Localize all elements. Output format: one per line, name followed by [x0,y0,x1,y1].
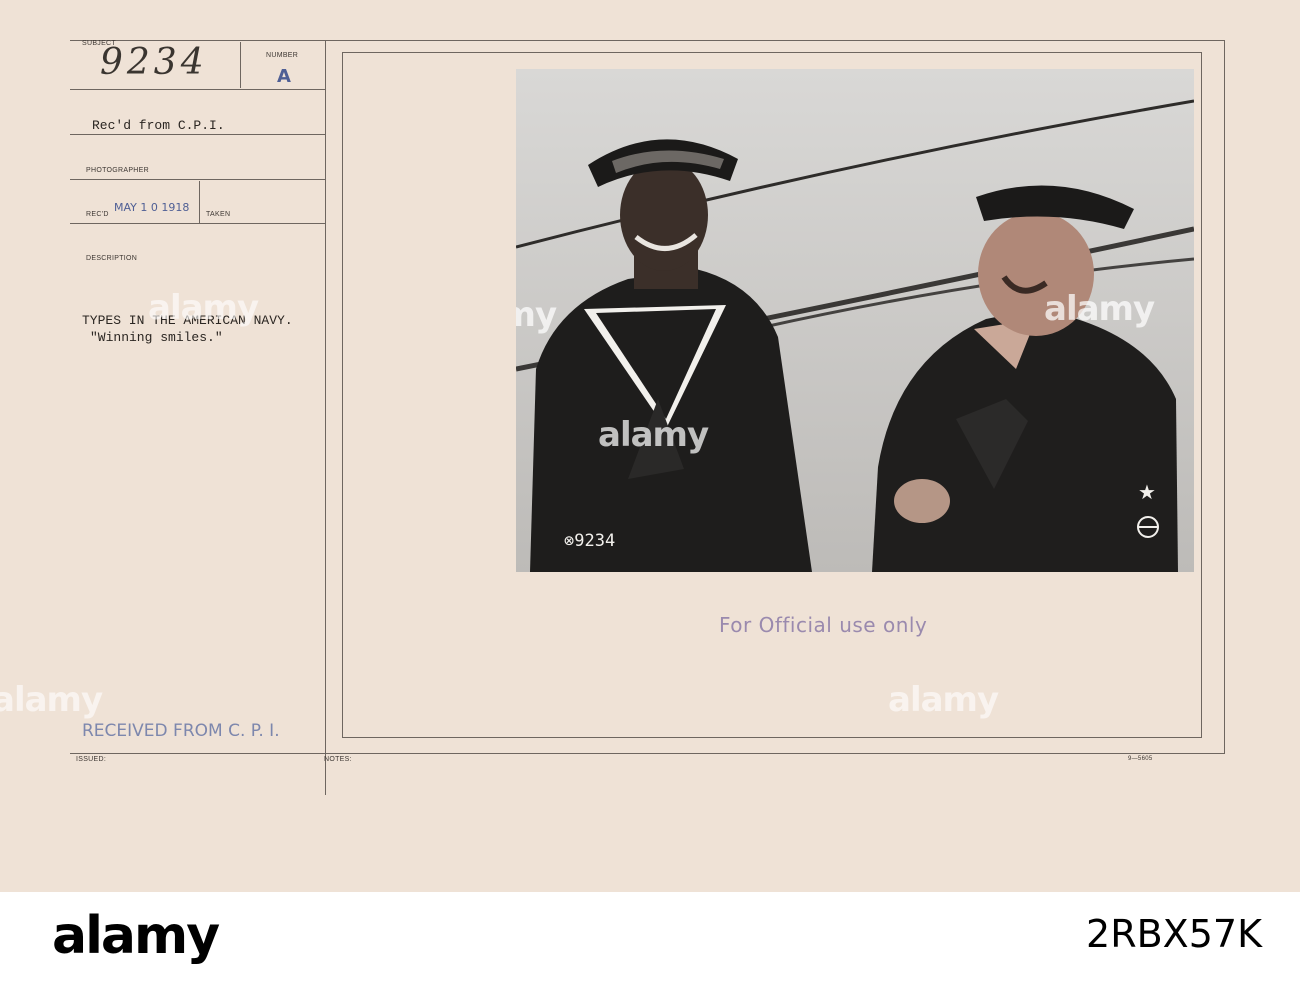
taken-label: TAKEN [206,211,231,218]
recd-from-text: Rec'd from C.P.I. [92,118,225,133]
card-right-border [1224,40,1225,754]
watermark-photo-right: alamy [1044,289,1155,329]
photo-number: ⊗9234 [564,531,616,551]
stock-footer: alamy 2RBX57K [0,892,1300,982]
alamy-logo: alamy [52,906,220,966]
subject-number-divider [240,42,241,88]
card-top-border [70,40,1225,41]
recd-taken-divider [199,181,200,223]
frame-bottom [342,737,1202,738]
number-value: A [277,66,291,87]
watermark-photo-left: alamy [516,295,557,335]
notes-label: NOTES: [324,756,352,763]
watermark-card-bottom-right: alamy [888,680,999,720]
recd-date-stamp: MAY 1 0 1918 [114,201,190,214]
watermark-photo-center: alamy [598,415,709,455]
official-use-stamp: For Official use only [719,613,928,637]
subject-value: 9234 [100,42,208,83]
svg-text:★: ★ [1138,480,1156,504]
received-from-stamp: RECEIVED FROM C. P. I. [82,721,280,741]
frame-right [1201,52,1202,738]
bottom-line [70,753,1225,754]
description-line-2: "Winning smiles." [90,330,223,345]
archive-card: SUBJECT NUMBER PHOTOGRAPHER REC'D TAKEN … [0,0,1300,892]
frame-top [342,52,1202,53]
form-code: 9—5605 [1128,756,1153,762]
photographer-label: PHOTOGRAPHER [86,167,149,174]
recd-label: REC'D [86,211,109,218]
image-id: 2RBX57K [1086,912,1262,956]
watermark-card-left: alamy [148,288,259,328]
issued-label: ISSUED: [76,756,107,763]
row-line-2 [70,134,326,135]
photograph: ★ ⊗9234 alamy alamy alamy [516,69,1194,572]
row-line-4 [70,223,326,224]
number-label: NUMBER [266,52,299,59]
frame-left [342,52,343,738]
description-label: DESCRIPTION [86,255,138,262]
row-line-3 [70,179,326,180]
left-column-right-border [325,40,326,795]
row-line-1 [70,89,326,90]
watermark-card-bottom-left: alamy [0,680,103,720]
